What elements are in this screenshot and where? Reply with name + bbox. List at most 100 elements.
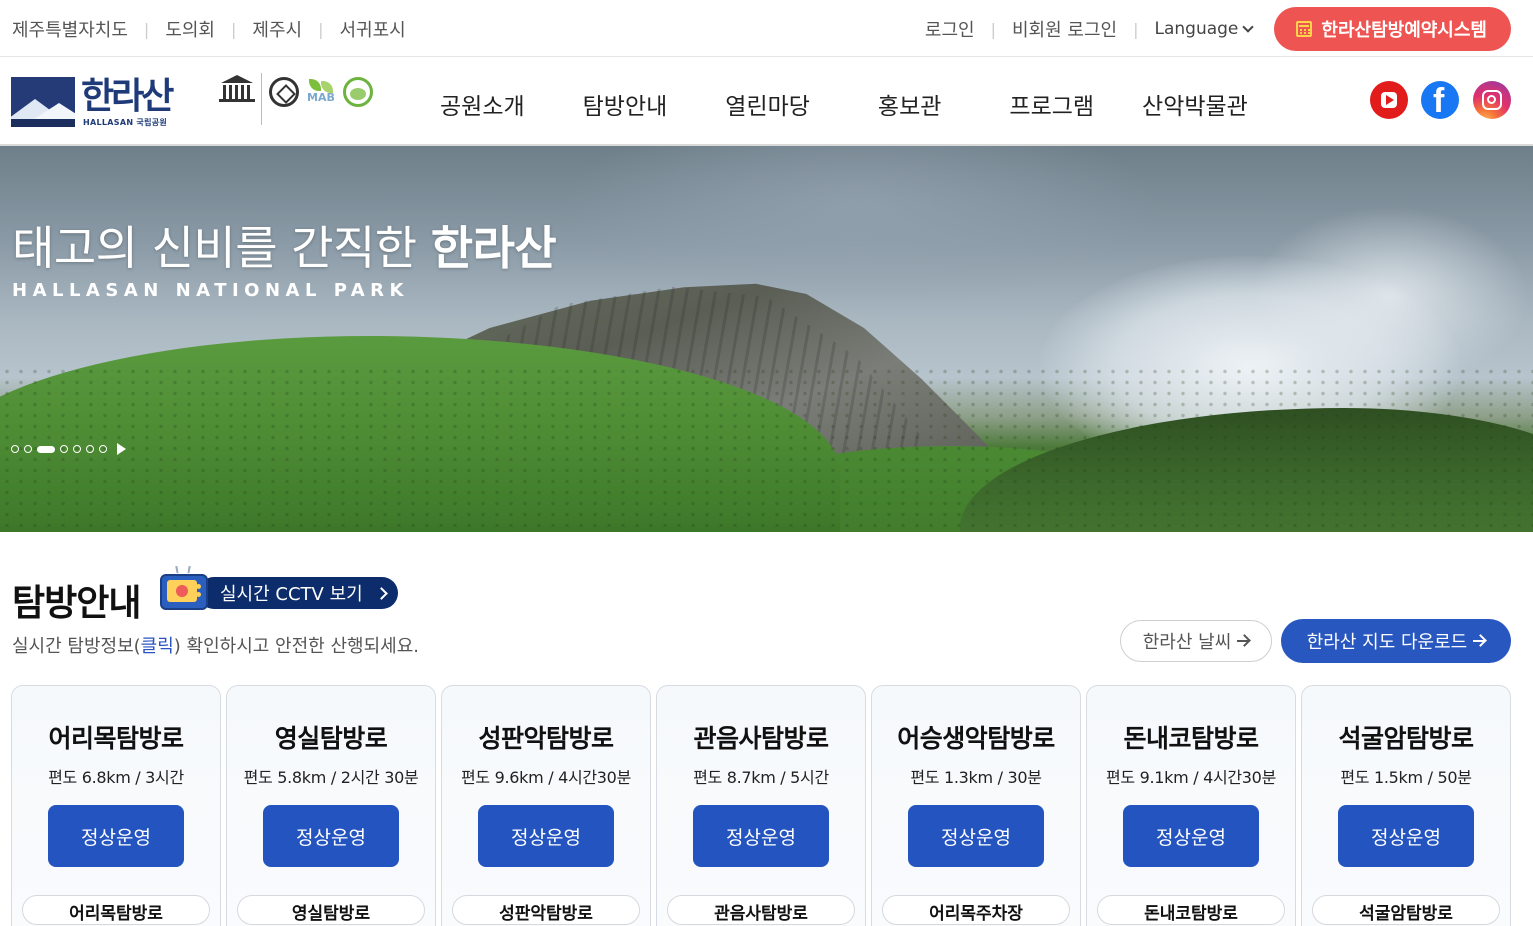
divider: | [990,19,996,39]
link-jeju-province[interactable]: 제주특별자치도 [12,16,128,42]
link-provincial-council[interactable]: 도의회 [165,16,215,42]
desc-text: 실시간 탐방정보( [12,636,141,657]
trail-distance: 편도 5.8km / 2시간 30분 [243,768,419,787]
play-icon[interactable] [117,443,126,455]
login-link[interactable]: 로그인 [925,16,975,42]
trail-name: 관음사탐방로 [693,724,829,753]
nav-park-intro[interactable]: 공원소개 [440,87,525,121]
hero-title-bold: 한라산 [430,221,557,275]
trail-card[interactable]: 어리목탐방로 편도 6.8km / 3시간 정상운영 어리목탐방로 [11,685,221,926]
divider: | [231,19,237,39]
logo-text: 한라산 [81,76,174,117]
trail-entrance-tag[interactable]: 석굴암탐방로 [1312,895,1500,925]
trail-card[interactable]: 관음사탐방로 편도 8.7km / 5시간 정상운영 관음사탐방로 [656,685,866,926]
trail-entrance-tag[interactable]: 돈내코탐방로 [1097,895,1285,925]
hero-title-light: 태고의 신비를 간직한 [12,221,417,275]
trail-entrance-tag[interactable]: 어리목탐방로 [22,895,210,925]
slide-dot[interactable] [73,445,81,453]
cctv-link[interactable]: 실시간 CCTV 보기 [158,562,402,614]
trail-status-button[interactable]: 정상운영 [1338,805,1474,867]
mountain-logo-icon [11,77,75,127]
utility-bar: 제주특별자치도 | 도의회 | 제주시 | 서귀포시 로그인 | 비회원 로그인… [0,0,1533,57]
cctv-label: 실시간 CCTV 보기 [220,584,363,605]
section-description: 실시간 탐방정보(클릭) 확인하시고 안전한 산행되세요. [12,632,419,658]
slide-dot[interactable] [24,445,32,453]
calendar-icon [1296,21,1313,37]
trail-entrance-tag[interactable]: 어리목주차장 [882,895,1070,925]
trail-card[interactable]: 어승생악탐방로 편도 1.3km / 30분 정상운영 어리목주차장 [871,685,1081,926]
trail-distance: 편도 9.6km / 4시간30분 [461,768,631,787]
slide-dot[interactable] [86,445,94,453]
slide-indicators [11,443,126,455]
language-select[interactable]: Language [1154,19,1255,39]
section-title: 탐방안내 [12,583,141,624]
divider: | [318,19,324,39]
realtime-info-link[interactable]: 클릭 [141,636,174,657]
nav-mountain-museum[interactable]: 산악박물관 [1142,87,1248,121]
trail-entrance-tag[interactable]: 성판악탐방로 [452,895,640,925]
site-logo[interactable]: 한라산 HALLASAN 국립공원 [11,73,189,131]
main-header: 한라산 HALLASAN 국립공원 MAB 공원소개 탐방안내 열린마당 홍보관… [0,57,1533,146]
trail-card[interactable]: 돈내코탐방로 편도 9.1km / 4시간30분 정상운영 돈내코탐방로 [1086,685,1296,926]
hero-title: 태고의 신비를 간직한 한라산 [12,212,557,278]
account-links: 로그인 | 비회원 로그인 | Language 한라산탐방예약시스템 [925,7,1511,51]
trail-distance: 편도 6.8km / 3시간 [48,768,184,787]
divider [261,73,262,125]
weather-button[interactable]: 한라산 날씨 [1120,620,1272,662]
arrow-right-icon [1473,635,1486,647]
tv-icon [158,566,208,612]
reservation-label: 한라산탐방예약시스템 [1321,20,1487,41]
unesco-icon [219,75,255,103]
slide-dot-active[interactable] [37,445,55,453]
language-label: Language [1154,19,1239,39]
trail-status-button[interactable]: 정상운영 [1123,805,1259,867]
slide-dot[interactable] [11,445,19,453]
nav-trail-guide[interactable]: 탐방안내 [583,87,668,121]
trail-distance: 편도 1.3km / 30분 [910,768,1042,787]
desc-text: ) 확인하시고 안전한 산행되세요. [173,636,419,657]
hero-subtitle: HALLASAN NATIONAL PARK [12,280,409,301]
chevron-right-icon [374,586,388,600]
trail-distance: 편도 9.1km / 4시간30분 [1106,768,1276,787]
trail-name: 영실탐방로 [274,724,388,753]
trail-status-button[interactable]: 정상운영 [908,805,1044,867]
world-heritage-icon [269,77,299,107]
nav-program[interactable]: 프로그램 [1009,87,1094,121]
link-seogwipo-city[interactable]: 서귀포시 [339,16,405,42]
youtube-icon[interactable] [1370,81,1408,119]
link-jeju-city[interactable]: 제주시 [252,16,302,42]
trail-name: 석굴암탐방로 [1338,724,1474,753]
facebook-icon[interactable]: f [1421,81,1459,120]
slide-dot[interactable] [60,445,68,453]
reservation-system-button[interactable]: 한라산탐방예약시스템 [1274,7,1511,51]
trail-distance: 편도 1.5km / 50분 [1340,768,1472,787]
main-navigation: 공원소개 탐방안내 열린마당 홍보관 프로그램 산악박물관 [440,87,1248,121]
trail-status-button[interactable]: 정상운영 [693,805,829,867]
map-download-button[interactable]: 한라산 지도 다운로드 [1281,619,1511,663]
cctv-button[interactable]: 실시간 CCTV 보기 [198,577,398,609]
trail-status-button[interactable]: 정상운영 [263,805,399,867]
instagram-icon[interactable] [1473,81,1511,119]
trail-distance: 편도 8.7km / 5시간 [693,768,829,787]
arrow-right-icon [1237,635,1250,647]
trail-card[interactable]: 석굴암탐방로 편도 1.5km / 50분 정상운영 석굴암탐방로 [1301,685,1511,926]
trail-name: 어리목탐방로 [48,724,184,753]
designation-badges: MAB [215,69,375,133]
trail-card[interactable]: 영실탐방로 편도 5.8km / 2시간 30분 정상운영 영실탐방로 [226,685,436,926]
divider: | [143,19,150,39]
nav-open-forum[interactable]: 열린마당 [725,87,810,121]
trail-cards: 어리목탐방로 편도 6.8km / 3시간 정상운영 어리목탐방로 영실탐방로 … [11,685,1511,926]
family-site-links: 제주특별자치도 | 도의회 | 제주시 | 서귀포시 [12,16,406,42]
slide-dot[interactable] [99,445,107,453]
trail-entrance-tag[interactable]: 관음사탐방로 [667,895,855,925]
biosphere-reserve-icon: MAB [305,79,335,105]
nav-pr-hall[interactable]: 홍보관 [878,87,941,121]
trail-name: 성판악탐방로 [478,724,614,753]
guest-login-link[interactable]: 비회원 로그인 [1012,16,1117,42]
trail-status-button[interactable]: 정상운영 [478,805,614,867]
trail-entrance-tag[interactable]: 영실탐방로 [237,895,425,925]
trail-name: 어승생악탐방로 [897,724,1055,753]
chevron-down-icon [1242,20,1255,33]
trail-card[interactable]: 성판악탐방로 편도 9.6km / 4시간30분 정상운영 성판악탐방로 [441,685,651,926]
trail-status-button[interactable]: 정상운영 [48,805,184,867]
